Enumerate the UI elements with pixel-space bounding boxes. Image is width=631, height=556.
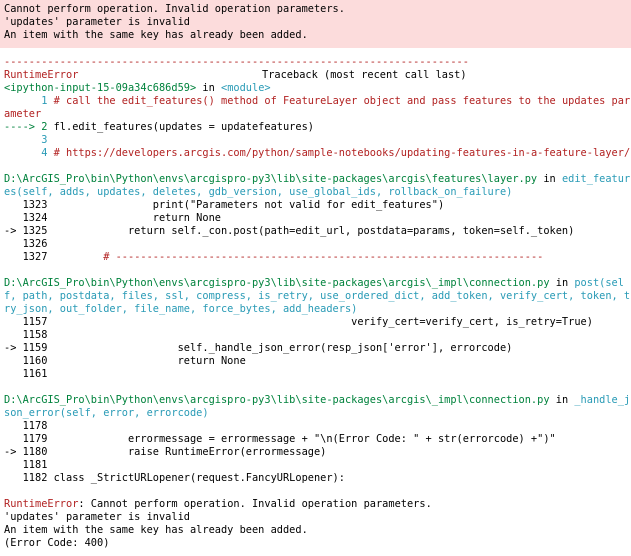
code-line-1: 1 # call the edit_features() method of F… (4, 95, 630, 108)
code-line-1179: 1179 errormessage = errormessage + "\n(E… (4, 433, 556, 445)
file-path: D:\ArcGIS_Pro\bin\Python\envs\arcgispro-… (4, 277, 550, 289)
code-comment: # --------------------------------------… (53, 251, 544, 263)
in-word: in (537, 173, 562, 185)
input-ref: <ipython-input-15-09a34c686d59> (4, 82, 197, 94)
final-error-line-2: 'updates' parameter is invalid (4, 511, 190, 523)
frame4-header: D:\ArcGIS_Pro\bin\Python\envs\arcgispro-… (4, 394, 630, 407)
code-line-1325: -> 1325 return self._con.post(path=edit_… (4, 225, 575, 237)
code-line-1327: 1327 # ---------------------------------… (4, 251, 544, 264)
traceback-header: RuntimeError Traceback (most recent call … (4, 69, 467, 82)
frame3-header-wrap-1: f, path, postdata, files, ssl, compress,… (4, 290, 631, 302)
code-line-1326: 1326 (4, 238, 48, 250)
code-line-1157: 1157 verify_cert=verify_cert, is_retry=T… (4, 316, 593, 328)
code-comment: # call the edit_features() method of Fea… (53, 95, 631, 107)
file-path: D:\ArcGIS_Pro\bin\Python\envs\arcgispro-… (4, 173, 538, 185)
current-line-arrow: ----> 2 (4, 121, 54, 133)
in-word: in (549, 277, 575, 289)
final-error-line-1: RuntimeError: Cannot perform operation. … (4, 498, 432, 511)
in-word: in (196, 82, 221, 94)
line-number: 4 (4, 147, 54, 159)
in-word: in (549, 394, 575, 406)
code-line-1160: 1160 return None (4, 355, 246, 367)
line-number: 1327 (4, 251, 54, 263)
code-line-1181: 1181 (4, 459, 48, 471)
code-line-1324: 1324 return None (4, 212, 221, 224)
code-text: fl.edit_features(updates = updatefeature… (53, 121, 314, 133)
line-number: 1 (4, 95, 54, 107)
code-line-2: ----> 2 fl.edit_features(updates = updat… (4, 121, 314, 134)
error-line-2: 'updates' parameter is invalid (4, 16, 190, 28)
code-line-1182: 1182 class _StrictURLopener(request.Fanc… (4, 472, 345, 484)
code-comment: # https://developers.arcgis.com/python/s… (53, 147, 631, 159)
error-message: : Cannot perform operation. Invalid oper… (78, 498, 432, 510)
file-path: D:\ArcGIS_Pro\bin\Python\envs\arcgispro-… (4, 394, 550, 406)
final-error-code: (Error Code: 400) (4, 537, 110, 549)
error-output-box: Cannot perform operation. Invalid operat… (0, 0, 631, 48)
frame3-header-wrap-2: ry_json, out_folder, file_name, force_by… (4, 303, 358, 315)
code-line-1180: -> 1180 raise RuntimeError(errormessage) (4, 446, 327, 458)
final-error-line-3: An item with the same key has already be… (4, 524, 308, 536)
frame3-header: D:\ArcGIS_Pro\bin\Python\envs\arcgispro-… (4, 277, 624, 290)
error-type: RuntimeError (4, 498, 79, 510)
code-line-4: 4 # https://developers.arcgis.com/python… (4, 147, 630, 160)
frame2-header: D:\ArcGIS_Pro\bin\Python\envs\arcgispro-… (4, 173, 630, 186)
error-line-3: An item with the same key has already be… (4, 29, 308, 41)
code-line-1158: 1158 (4, 329, 48, 341)
frame2-header-wrap: es(self, adds, updates, deletes, gdb_ver… (4, 186, 513, 198)
code-line-1323: 1323 print("Parameters not valid for edi… (4, 199, 445, 211)
function-ref: _handle_j (574, 394, 631, 406)
function-ref: edit_featur (561, 173, 631, 185)
code-line-1159: -> 1159 self._handle_json_error(resp_jso… (4, 342, 513, 354)
module-ref: <module> (221, 82, 271, 94)
function-ref: post(sel (574, 277, 624, 289)
traceback-title: Traceback (most recent call last) (262, 69, 467, 81)
code-line-1178: 1178 (4, 420, 48, 432)
input-ref-line: <ipython-input-15-09a34c686d59> in <modu… (4, 82, 271, 95)
code-line-1161: 1161 (4, 368, 48, 380)
code-line-1-wrap: ameter (4, 108, 42, 120)
code-line-3: 3 (4, 134, 48, 146)
error-line-1: Cannot perform operation. Invalid operat… (4, 3, 345, 15)
traceback-divider: ----------------------------------------… (4, 56, 469, 68)
error-type: RuntimeError (4, 69, 79, 81)
frame4-header-wrap: son_error(self, error, errorcode) (4, 407, 209, 419)
